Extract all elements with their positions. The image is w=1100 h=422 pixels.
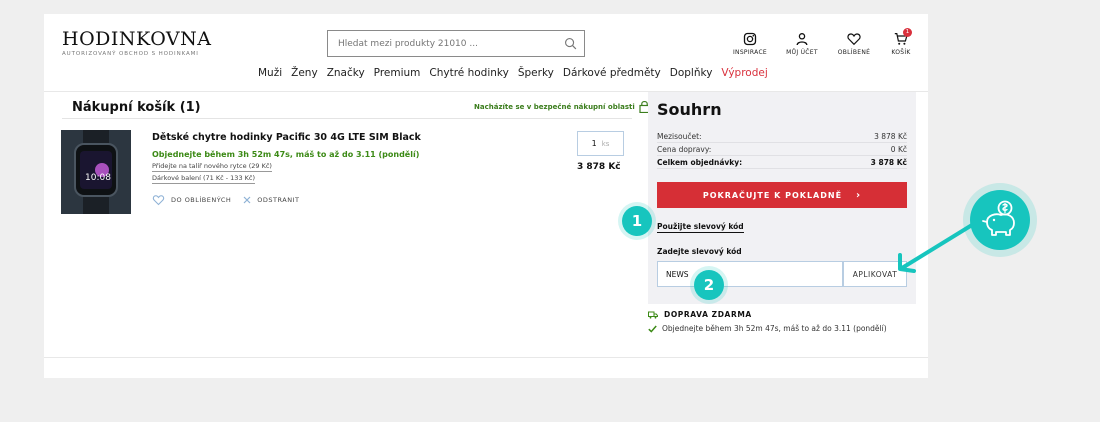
logo-tagline: AUTORIZOVANÝ OBCHOD S HODINKAMI: [62, 51, 199, 57]
footer-divider: [44, 357, 928, 358]
account-label: MŮJ ÚČET: [786, 49, 818, 56]
shipping-detail: Objednejte během 3h 52m 47s, máš to až d…: [648, 324, 887, 333]
order-summary: Souhrn Mezisoučet: 3 878 Kč Cena dopravy…: [648, 92, 916, 304]
cart-divider: [62, 118, 632, 119]
heart-outline-icon: [152, 195, 165, 206]
nav-item-sale[interactable]: Výprodej: [721, 67, 767, 79]
search-input[interactable]: [328, 31, 548, 57]
subtotal-row: Mezisoučet: 3 878 Kč: [657, 132, 907, 141]
user-icon: [796, 33, 808, 46]
item-price: 3 878 Kč: [577, 162, 621, 172]
add-to-favorites-label: DO OBLÍBENÝCH: [171, 196, 232, 204]
free-shipping-info: DOPRAVA ZDARMA Objednejte během 3h 52m 4…: [648, 310, 887, 333]
remove-item-button[interactable]: ODSTRANIT: [243, 196, 299, 204]
order-total-value: 3 878 Kč: [870, 158, 907, 167]
inspiration-link[interactable]: INSPIRACE: [724, 32, 776, 56]
nav-item-smartwatches[interactable]: Chytré hodinky: [429, 67, 508, 79]
nav-item-accessories[interactable]: Doplňky: [670, 67, 713, 79]
checkout-button-label: POKRAČUJTE K POKLADNĚ: [702, 190, 843, 200]
free-shipping-title: DOPRAVA ZDARMA: [648, 310, 887, 319]
cart-link[interactable]: 1 KOŠÍK: [884, 28, 918, 56]
remove-item-label: ODSTRANIT: [257, 196, 300, 204]
gift-wrap-option-link[interactable]: Dárkové balení (71 Kč - 133 Kč): [152, 174, 256, 184]
summary-divider: [657, 168, 907, 169]
shipping-cost-label: Cena dopravy:: [657, 145, 712, 154]
cart-label: KOŠÍK: [891, 49, 911, 56]
coupon-input[interactable]: [657, 261, 843, 287]
quantity-value: 1: [591, 139, 597, 148]
main-nav: Muži Ženy Značky Premium Chytré hodinky …: [258, 67, 777, 79]
quantity-input[interactable]: 1 ks: [577, 131, 624, 156]
shipping-cost-value: 0 Kč: [890, 145, 907, 154]
piggy-bank-icon: [982, 200, 1015, 236]
search-icon[interactable]: [564, 37, 577, 50]
chevron-right-icon: ›: [856, 189, 862, 201]
summary-divider: [657, 142, 907, 143]
summary-divider: [657, 155, 907, 156]
nav-item-gifts[interactable]: Dárkové předměty: [563, 67, 661, 79]
product-actions: DO OBLÍBENÝCH ODSTRANIT: [152, 194, 311, 206]
cart-count-badge: 1: [903, 28, 912, 37]
header-icons: INSPIRACE MŮJ ÚČET OBLÍBENÉ 1 KOŠÍK: [724, 28, 918, 56]
use-coupon-link[interactable]: Použijte slevový kód: [657, 222, 744, 233]
step-1-marker: 1: [622, 206, 652, 236]
search-box[interactable]: [327, 30, 585, 57]
subtotal-label: Mezisoučet:: [657, 132, 702, 141]
product-image[interactable]: 10:08: [61, 130, 131, 214]
instagram-icon: [743, 32, 757, 46]
logo-text: HODINKOVNA: [62, 28, 212, 50]
truck-icon: [648, 311, 658, 319]
step-2-marker: 2: [694, 270, 724, 300]
delivery-info: Objednejte během 3h 52m 47s, máš to až d…: [152, 150, 420, 159]
engraving-option-link[interactable]: Přidejte na talíř nového rytce (29 Kč): [152, 162, 272, 172]
checkout-button[interactable]: POKRAČUJTE K POKLADNĚ ›: [657, 182, 907, 208]
secure-area-notice: Nacházíte se v bezpečné nákupní oblasti: [474, 100, 650, 113]
shipping-cost-row: Cena dopravy: 0 Kč: [657, 145, 907, 154]
smartwatch-image: 10:08: [61, 130, 131, 214]
inspiration-label: INSPIRACE: [732, 49, 768, 56]
cart-title: Nákupní košík (1): [72, 100, 201, 115]
nav-item-brands[interactable]: Značky: [327, 67, 365, 79]
favorites-label: OBLÍBENÉ: [837, 49, 871, 56]
nav-item-men[interactable]: Muži: [258, 67, 282, 79]
page-canvas: HODINKOVNA AUTORIZOVANÝ OBCHOD S HODINKA…: [44, 14, 928, 378]
summary-title: Souhrn: [657, 100, 722, 119]
watch-time: 10:08: [85, 173, 111, 183]
coupon-field-label: Zadejte slevový kód: [657, 247, 742, 256]
quantity-unit: ks: [601, 139, 610, 148]
nav-item-women[interactable]: Ženy: [291, 67, 318, 79]
logo[interactable]: HODINKOVNA AUTORIZOVANÝ OBCHOD S HODINKA…: [62, 28, 212, 57]
heart-icon: [847, 33, 861, 46]
shipping-detail-text: Objednejte během 3h 52m 47s, máš to až d…: [662, 324, 887, 333]
favorites-link[interactable]: OBLÍBENÉ: [828, 32, 880, 56]
piggy-bank-badge: [963, 183, 1037, 257]
add-to-favorites-button[interactable]: DO OBLÍBENÝCH: [152, 194, 231, 206]
account-link[interactable]: MŮJ ÚČET: [776, 32, 828, 56]
nav-item-jewelry[interactable]: Šperky: [518, 67, 554, 79]
order-total-label: Celkem objednávky:: [657, 158, 743, 167]
product-name[interactable]: Dětské chytre hodinky Pacific 30 4G LTE …: [152, 132, 421, 143]
close-icon: [243, 196, 251, 204]
nav-item-premium[interactable]: Premium: [374, 67, 421, 79]
subtotal-value: 3 878 Kč: [874, 132, 907, 141]
secure-area-text: Nacházíte se v bezpečné nákupní oblasti: [474, 102, 635, 111]
order-total-row: Celkem objednávky: 3 878 Kč: [657, 158, 907, 167]
checkmark-icon: [648, 325, 657, 333]
free-shipping-label: DOPRAVA ZDARMA: [664, 310, 752, 319]
